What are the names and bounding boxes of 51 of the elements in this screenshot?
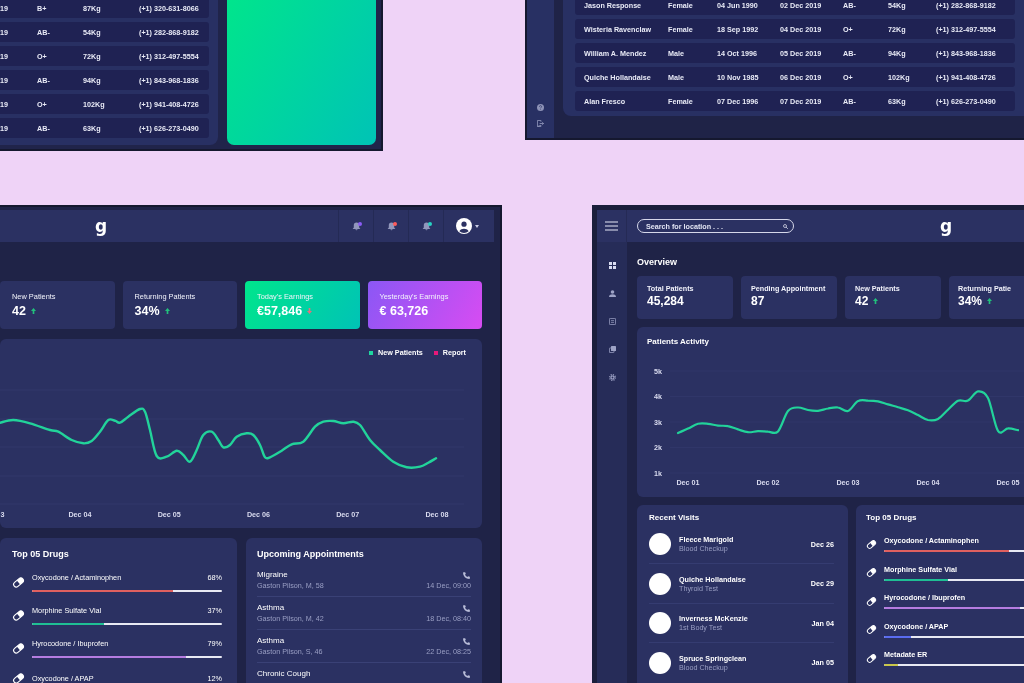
logout-icon[interactable] bbox=[537, 120, 544, 127]
card-title: Upcoming Appointments bbox=[257, 549, 365, 560]
stat-value: 87 bbox=[751, 294, 765, 308]
appointment-title: Asthma bbox=[257, 603, 286, 613]
logo[interactable]: g bbox=[940, 217, 953, 235]
avatar-icon bbox=[649, 533, 671, 555]
pill-icon bbox=[866, 567, 877, 578]
stat-value: 42 bbox=[855, 294, 869, 308]
pill-icon bbox=[12, 609, 25, 622]
phone-icon[interactable] bbox=[463, 637, 470, 645]
card-title: Recent Visits bbox=[649, 513, 701, 523]
avatar-icon bbox=[649, 612, 671, 634]
person-icon[interactable] bbox=[608, 290, 616, 297]
pill-icon bbox=[12, 642, 25, 655]
phone-icon[interactable] bbox=[463, 604, 470, 612]
appointment-title: Migraine bbox=[257, 570, 289, 580]
section-title: Overview bbox=[637, 256, 679, 268]
card-title: Patients Activity bbox=[646, 336, 710, 347]
grid-icon[interactable] bbox=[608, 262, 616, 269]
search-icon[interactable] bbox=[783, 223, 788, 229]
stat-value: 34% bbox=[958, 294, 983, 308]
stat-value: €57,846 bbox=[257, 304, 303, 318]
avatar-icon bbox=[649, 572, 671, 595]
stat-value: 34% bbox=[134, 304, 160, 318]
appointment-title: Asthma bbox=[257, 636, 286, 646]
phone-icon[interactable] bbox=[463, 670, 470, 678]
bell-icon bbox=[351, 221, 361, 231]
pill-icon bbox=[866, 624, 877, 635]
pill-icon bbox=[866, 652, 877, 664]
stat-value: 45,284 bbox=[647, 294, 684, 308]
card-title: Top 05 Drugs bbox=[866, 513, 918, 523]
pill-icon bbox=[866, 538, 877, 550]
help-icon[interactable] bbox=[537, 104, 544, 111]
copy-icon[interactable] bbox=[608, 346, 616, 353]
user-avatar-icon bbox=[455, 218, 472, 234]
menu-icon[interactable] bbox=[605, 221, 618, 231]
bell-icon bbox=[386, 221, 396, 231]
pill-icon bbox=[12, 672, 25, 683]
logo[interactable]: g bbox=[95, 217, 108, 235]
settings-icon[interactable] bbox=[608, 374, 616, 381]
pill-icon bbox=[12, 576, 25, 589]
phone-icon[interactable] bbox=[463, 571, 470, 579]
stat-value: 42 bbox=[12, 304, 26, 318]
avatar-icon bbox=[649, 651, 671, 674]
caret-icon bbox=[474, 224, 479, 228]
document-icon[interactable] bbox=[608, 318, 616, 325]
bell-icon bbox=[421, 221, 431, 231]
appointment-title: Chronic Cough bbox=[257, 669, 311, 679]
card-title: Top 05 Drugs bbox=[12, 549, 70, 560]
pill-icon bbox=[866, 595, 877, 607]
stat-value: € 63,726 bbox=[379, 304, 429, 318]
